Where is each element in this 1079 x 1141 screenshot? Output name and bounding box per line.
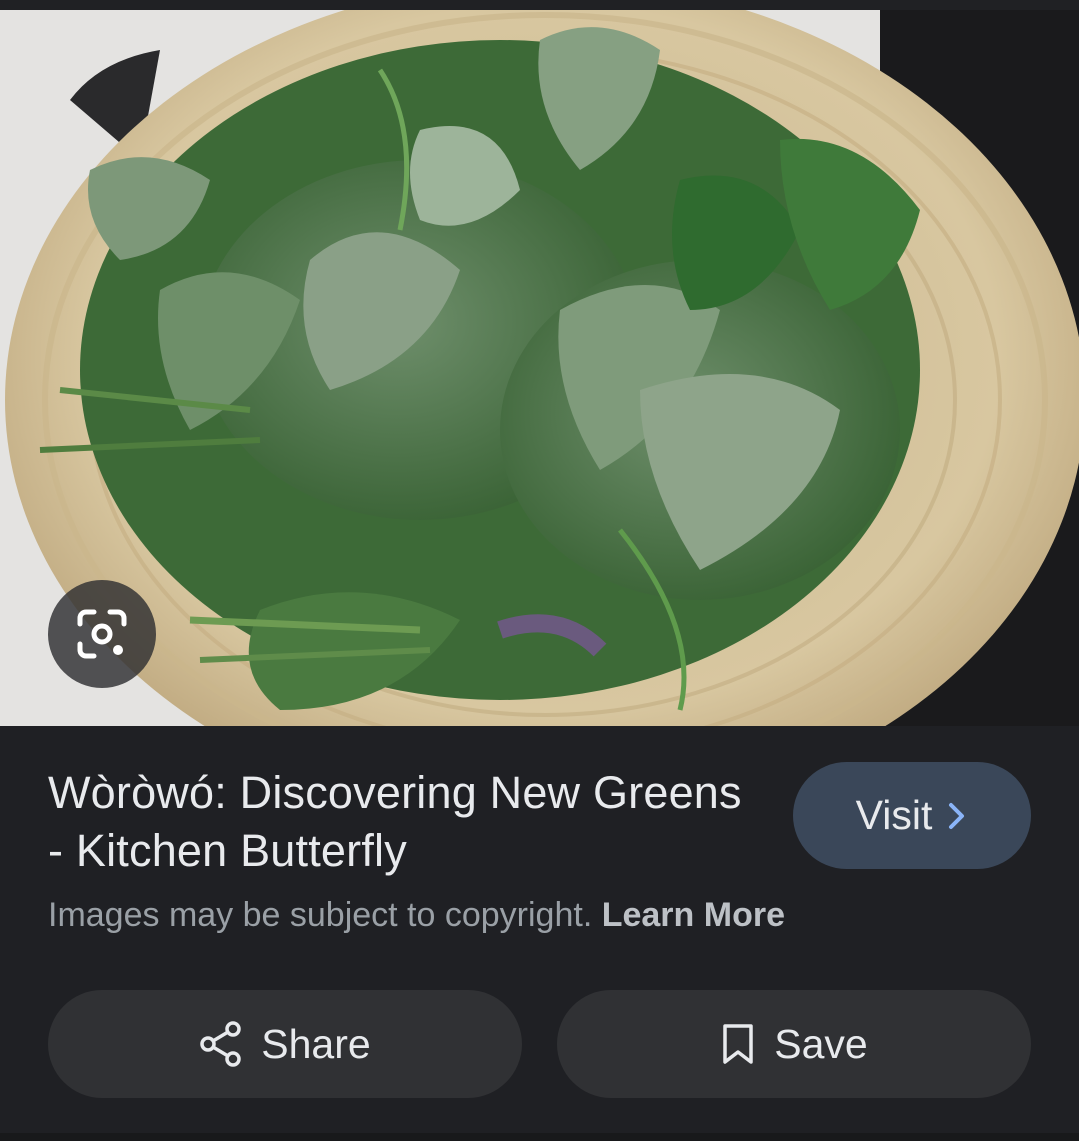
save-label: Save [774, 1020, 868, 1067]
chevron-right-icon [949, 802, 965, 829]
share-icon [200, 1021, 242, 1067]
result-info-panel: Wòròwó: Discovering New Greens - Kitchen… [0, 726, 1079, 1141]
share-label: Share [261, 1020, 371, 1067]
greens-bowl-photo [0, 10, 1079, 726]
bottom-edge [0, 1133, 1079, 1141]
learn-more-link[interactable]: Learn More [602, 896, 785, 934]
share-button[interactable]: Share [48, 990, 522, 1098]
copyright-notice: Images may be subject to copyright. Lear… [48, 896, 785, 935]
google-lens-icon [77, 609, 127, 659]
image-result-viewer: Wòròwó: Discovering New Greens - Kitchen… [0, 0, 1079, 1141]
visit-label: Visit [855, 792, 933, 838]
bookmark-icon [723, 1024, 754, 1064]
google-lens-button[interactable] [48, 580, 156, 688]
result-image[interactable] [0, 10, 1079, 726]
save-button[interactable]: Save [557, 990, 1031, 1098]
top-status-strip [0, 0, 1079, 10]
result-title[interactable]: Wòròwó: Discovering New Greens - Kitchen… [48, 764, 748, 880]
copyright-text: Images may be subject to copyright. [48, 896, 593, 934]
visit-button[interactable]: Visit [793, 762, 1031, 869]
